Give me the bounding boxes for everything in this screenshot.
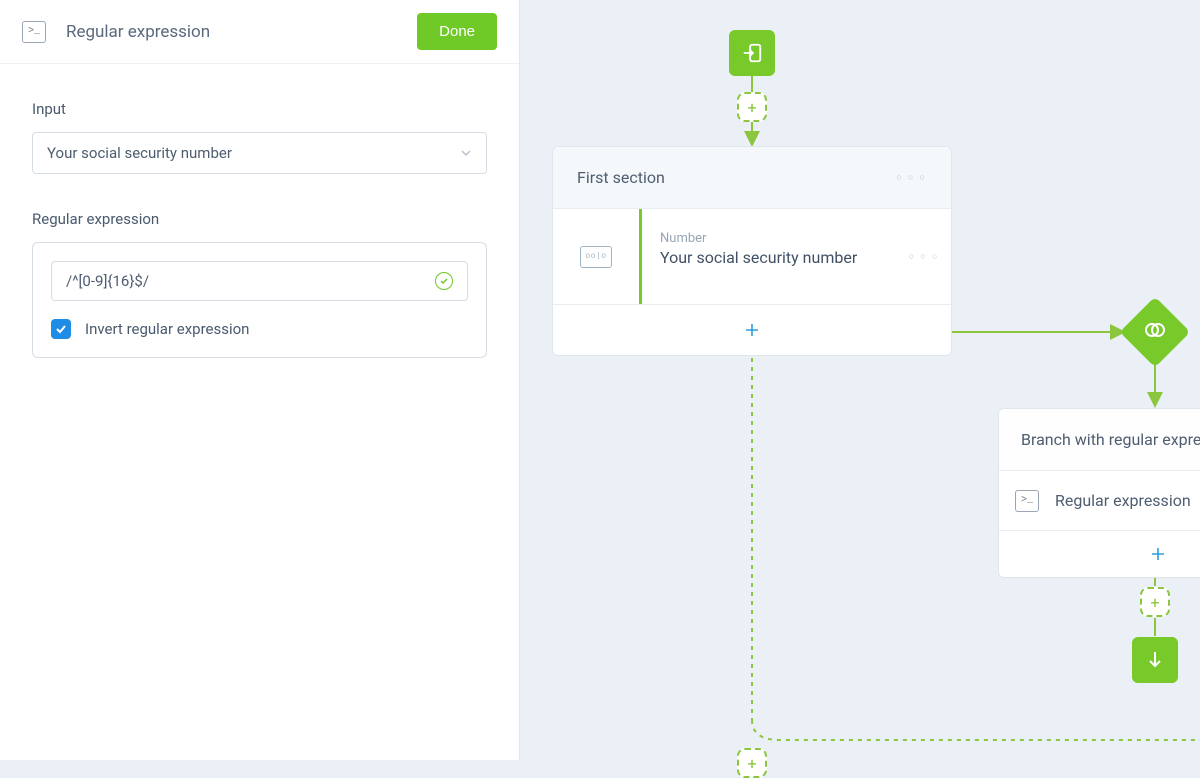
question-content: Number Your social security number	[642, 209, 897, 304]
section-title: First section	[577, 168, 665, 187]
question-actions: ○ ○ ○	[897, 209, 951, 304]
question-menu-icon[interactable]: ○ ○ ○	[909, 251, 940, 262]
plus-icon	[1150, 546, 1166, 562]
done-button[interactable]: Done	[417, 13, 497, 50]
section-header: First section ○ ○ ○	[553, 147, 951, 209]
panel-header: >_ Regular expression Done	[0, 0, 519, 64]
gate-icon	[1143, 318, 1167, 346]
regex-value: /^[0-9]{16}$/	[66, 272, 149, 290]
branch-body: >_ Regular expression	[999, 471, 1200, 531]
regex-icon: >_	[1015, 490, 1039, 512]
section-menu-icon[interactable]: ○ ○ ○	[896, 172, 927, 183]
invert-checkbox[interactable]	[51, 319, 71, 339]
arrow-down-icon	[1147, 650, 1163, 670]
add-node-button-3[interactable]: +	[1140, 587, 1170, 617]
add-question-button[interactable]	[553, 305, 951, 355]
terminal-node[interactable]	[1132, 637, 1178, 683]
config-panel: >_ Regular expression Done Input Your so…	[0, 0, 520, 760]
invert-row: Invert regular expression	[51, 319, 468, 339]
branch-header: Branch with regular expre	[999, 409, 1200, 471]
branch-card[interactable]: Branch with regular expre >_ Regular exp…	[998, 408, 1200, 578]
input-select[interactable]: Your social security number	[32, 132, 487, 174]
question-title: Your social security number	[660, 248, 879, 267]
logic-gate[interactable]	[1130, 307, 1180, 357]
enter-icon	[741, 42, 763, 64]
panel-title: Regular expression	[66, 22, 397, 42]
question-row[interactable]: oo|o Number Your social security number …	[553, 209, 951, 305]
regex-icon: >_	[22, 21, 46, 43]
branch-item-label: Regular expression	[1055, 491, 1191, 510]
connectors	[520, 0, 1200, 760]
input-select-value: Your social security number	[47, 144, 232, 162]
start-node[interactable]	[729, 30, 775, 76]
flow-canvas[interactable]: + + First section ○ ○ ○ oo|o Number Your…	[520, 0, 1200, 760]
regex-input[interactable]: /^[0-9]{16}$/	[51, 261, 468, 301]
regex-card: /^[0-9]{16}$/ Invert regular expression	[32, 242, 487, 358]
plus-icon	[744, 322, 760, 338]
section-card[interactable]: First section ○ ○ ○ oo|o Number Your soc…	[552, 146, 952, 356]
input-label: Input	[32, 100, 487, 118]
branch-add-button[interactable]	[999, 531, 1200, 577]
panel-body: Input Your social security number Regula…	[0, 64, 519, 394]
question-icon-cell: oo|o	[553, 209, 639, 304]
valid-icon	[435, 272, 453, 290]
question-type: Number	[660, 231, 879, 246]
chevron-down-icon	[460, 147, 472, 159]
number-field-icon: oo|o	[580, 246, 612, 268]
regex-group: Regular expression /^[0-9]{16}$/ Invert …	[32, 210, 487, 358]
invert-label: Invert regular expression	[85, 320, 249, 338]
branch-title: Branch with regular expre	[1021, 430, 1200, 449]
regex-label: Regular expression	[32, 210, 487, 228]
add-node-button-2[interactable]: +	[737, 748, 767, 778]
add-node-button[interactable]: +	[737, 92, 767, 122]
